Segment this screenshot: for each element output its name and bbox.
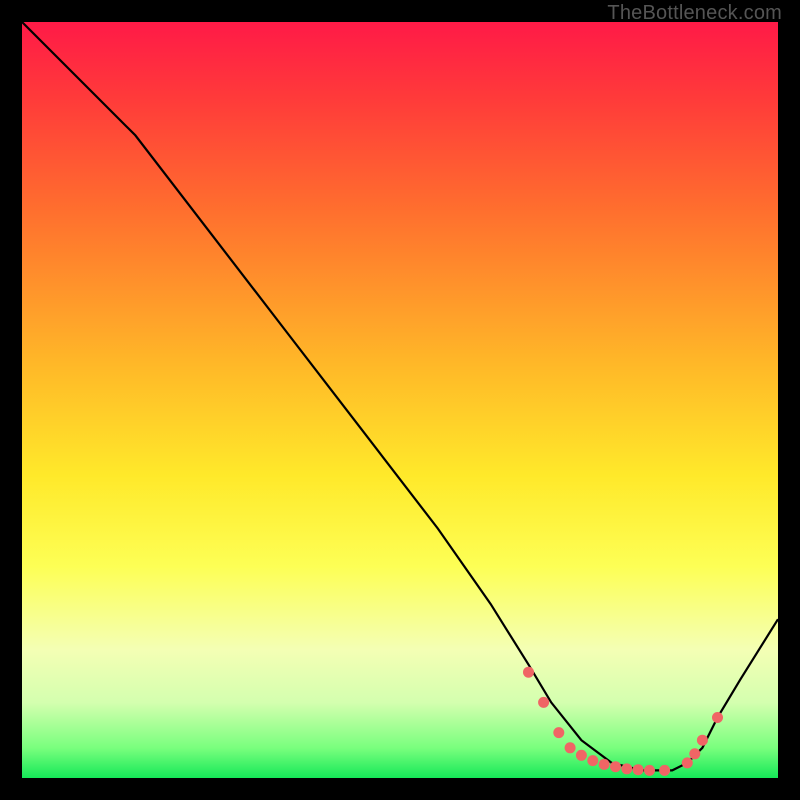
- marker-dot: [553, 727, 564, 738]
- marker-dot: [697, 735, 708, 746]
- marker-dot: [523, 667, 534, 678]
- marker-dot: [587, 755, 598, 766]
- marker-dot: [538, 697, 549, 708]
- plot-area: [22, 22, 778, 778]
- chart-container: TheBottleneck.com: [0, 0, 800, 800]
- marker-dot: [621, 763, 632, 774]
- marker-dot: [682, 757, 693, 768]
- marker-dot: [610, 761, 621, 772]
- chart-svg: [22, 22, 778, 778]
- marker-dot: [689, 748, 700, 759]
- marker-dot: [576, 750, 587, 761]
- marker-dot: [644, 765, 655, 776]
- trough-markers: [523, 667, 723, 776]
- marker-dot: [659, 765, 670, 776]
- watermark-text: TheBottleneck.com: [607, 2, 782, 25]
- series-curve: [22, 22, 778, 770]
- marker-dot: [599, 759, 610, 770]
- marker-dot: [633, 764, 644, 775]
- marker-dot: [712, 712, 723, 723]
- marker-dot: [565, 742, 576, 753]
